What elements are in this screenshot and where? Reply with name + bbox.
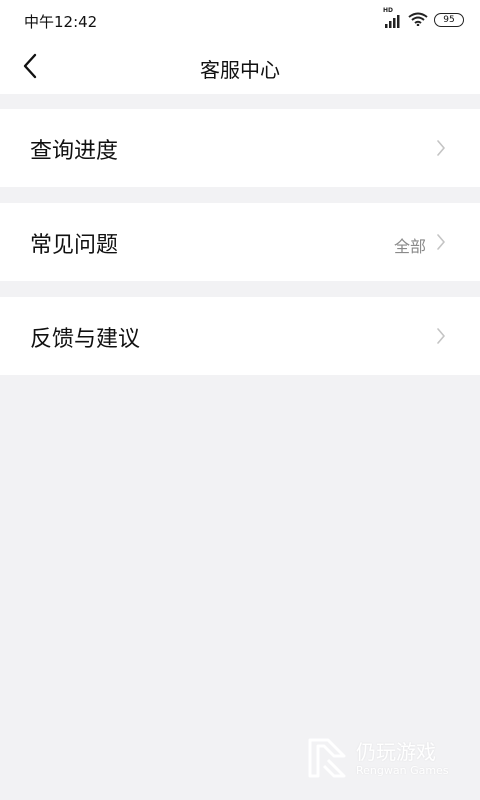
watermark: 仍玩游戏 Rengwan Games <box>300 734 470 784</box>
view-all-link[interactable]: 全部 <box>394 233 426 257</box>
battery-icon: 95 <box>434 13 464 27</box>
menu-item-progress[interactable]: 查询进度 <box>0 109 480 187</box>
brand-logo-icon <box>308 738 346 778</box>
watermark-subtitle: Rengwan Games <box>356 764 449 777</box>
status-icons: HD 95 <box>383 7 464 30</box>
menu-item-label: 反馈与建议 <box>30 327 141 352</box>
menu-item-label: 常见问题 <box>30 233 119 258</box>
wifi-icon <box>408 11 428 30</box>
nav-bar: 客服中心 <box>0 40 480 94</box>
menu-item-faq[interactable]: 常见问题 全部 <box>0 203 480 281</box>
page-title: 客服中心 <box>200 58 280 82</box>
chevron-right-icon <box>437 328 445 344</box>
chevron-right-icon <box>437 234 445 250</box>
chevron-right-icon <box>437 140 445 156</box>
status-bar: 中午12:42 HD 95 <box>0 0 480 40</box>
menu-item-label: 查询进度 <box>30 139 119 164</box>
watermark-name: 仍玩游戏 <box>356 740 436 764</box>
status-time: 中午12:42 <box>24 13 98 31</box>
signal-icon: HD <box>383 7 402 28</box>
hd-label: HD <box>383 7 394 14</box>
menu-item-feedback[interactable]: 反馈与建议 <box>0 297 480 375</box>
